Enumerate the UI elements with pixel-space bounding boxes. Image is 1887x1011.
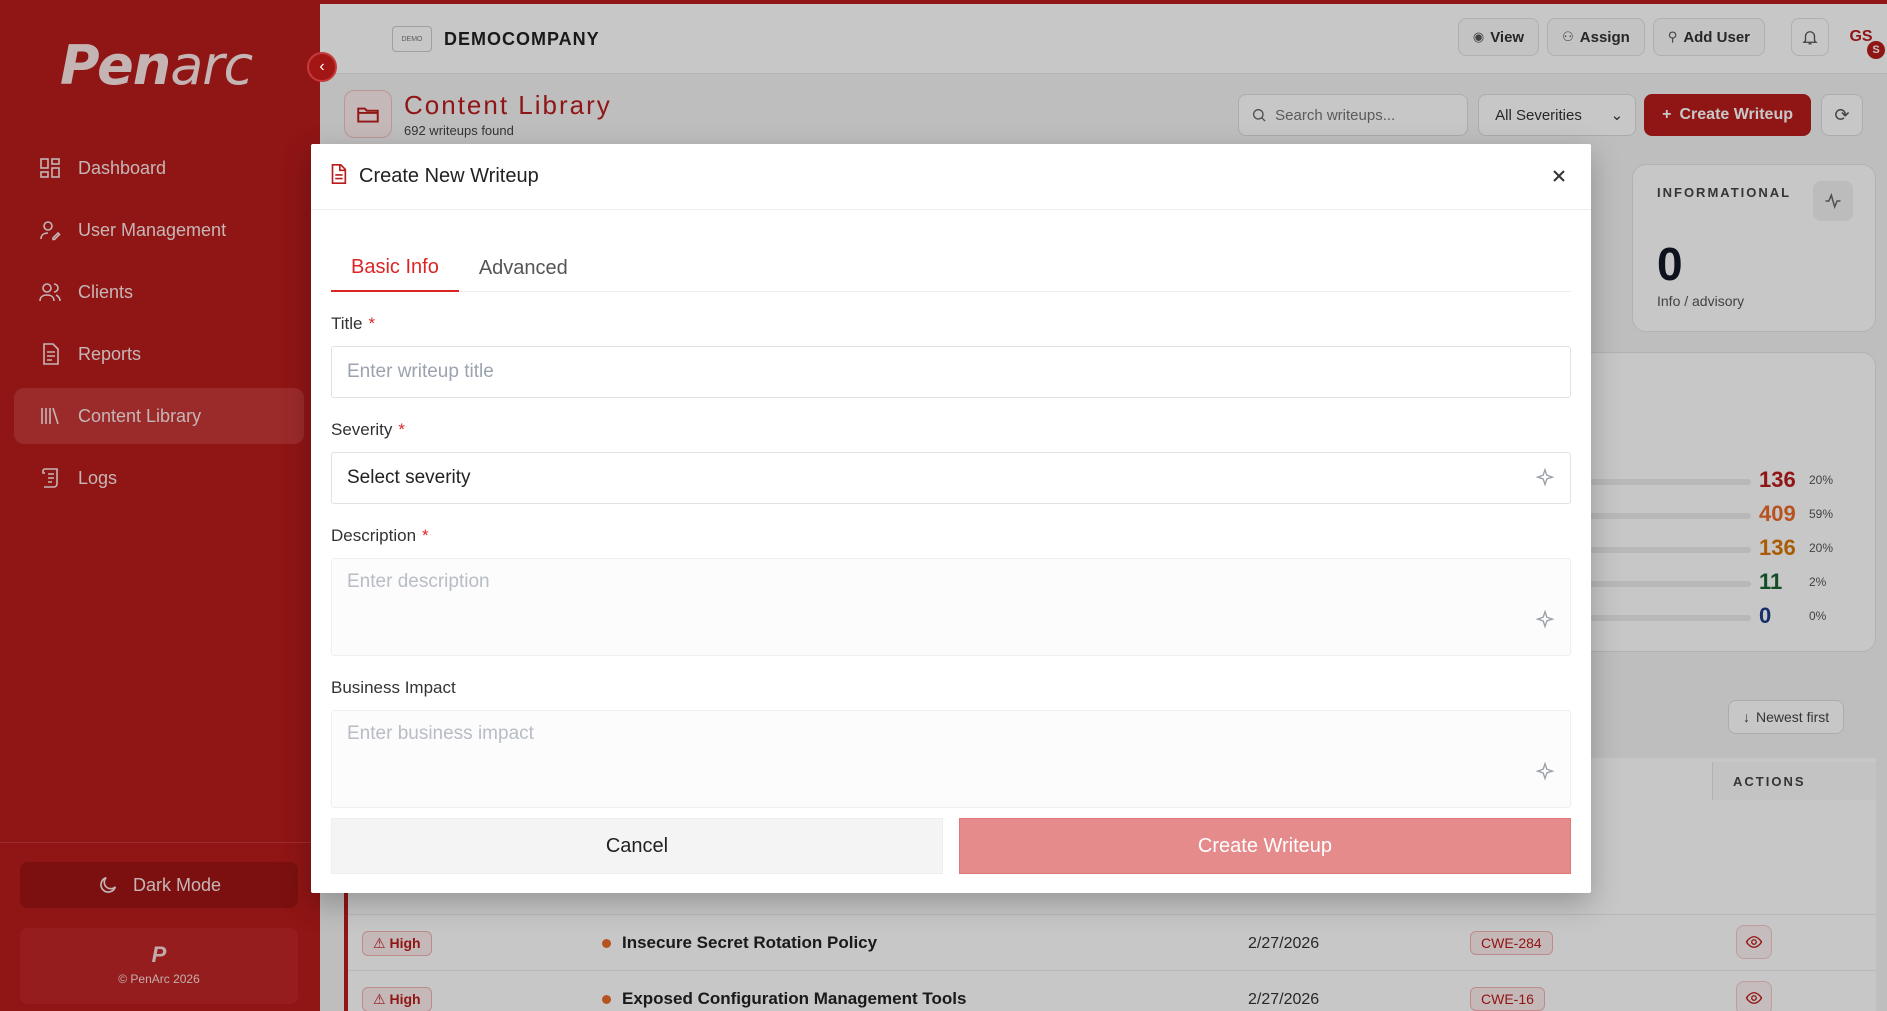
description-label-text: Description xyxy=(331,526,417,545)
dialog-actions: Cancel Create Writeup xyxy=(331,818,1571,874)
ai-sparkle-icon[interactable] xyxy=(1534,609,1556,631)
create-writeup-submit-button[interactable]: Create Writeup xyxy=(959,818,1571,874)
impact-placeholder: Enter business impact xyxy=(347,723,534,744)
business-impact-textarea[interactable]: Enter business impact xyxy=(331,710,1571,808)
dialog-header: Create New Writeup xyxy=(311,144,1591,210)
ai-sparkle-icon[interactable] xyxy=(1534,467,1556,489)
title-field-label: Title * xyxy=(331,314,1571,334)
required-mark: * xyxy=(398,420,406,439)
impact-label-text: Business Impact xyxy=(331,678,456,697)
required-mark: * xyxy=(422,526,429,545)
ai-sparkle-icon[interactable] xyxy=(1534,761,1556,783)
chevron-left-icon: ‹ xyxy=(319,58,325,75)
severity-field-label: Severity * xyxy=(331,420,1571,440)
description-field-label: Description * xyxy=(331,526,1571,546)
required-mark: * xyxy=(368,314,376,333)
severity-select[interactable]: Select severity xyxy=(331,452,1571,504)
description-placeholder: Enter description xyxy=(347,571,490,592)
create-writeup-dialog: Create New Writeup Basic Info Advanced T… xyxy=(311,144,1591,893)
tab-basic-info[interactable]: Basic Info xyxy=(331,244,459,292)
severity-label-text: Severity xyxy=(331,420,393,439)
close-icon xyxy=(1553,170,1565,182)
document-icon xyxy=(327,163,359,190)
cancel-button[interactable]: Cancel xyxy=(331,818,943,874)
severity-select-value: Select severity xyxy=(347,467,471,488)
dialog-title: Create New Writeup xyxy=(359,165,539,187)
business-impact-field-label: Business Impact xyxy=(331,678,1571,698)
dialog-tabs: Basic Info Advanced xyxy=(331,210,1571,292)
dialog-body: Basic Info Advanced Title * Enter writeup… xyxy=(311,210,1591,808)
description-textarea[interactable]: Enter description xyxy=(331,558,1571,656)
collapse-sidebar-button[interactable]: ‹ xyxy=(307,52,337,82)
tab-advanced[interactable]: Advanced xyxy=(459,244,588,292)
close-button[interactable] xyxy=(1547,164,1571,188)
title-input[interactable]: Enter writeup title xyxy=(331,346,1571,398)
title-label-text: Title xyxy=(331,314,363,333)
